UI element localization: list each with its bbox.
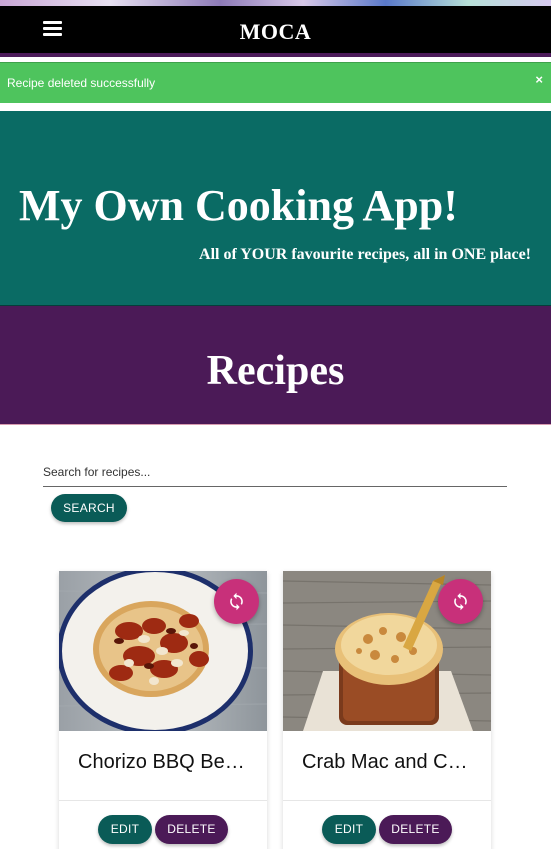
edit-button[interactable]: EDIT	[322, 815, 376, 844]
hero-banner: My Own Cooking App! All of YOUR favourit…	[0, 111, 551, 306]
recipe-title[interactable]: Crab Mac and Cheese	[302, 751, 472, 774]
edit-button[interactable]: EDIT	[98, 815, 152, 844]
success-alert: Recipe deleted successfully ×	[0, 62, 551, 103]
card-divider	[283, 800, 491, 801]
hero-subtitle: All of YOUR favourite recipes, all in ON…	[199, 246, 531, 263]
navbar: MOCA	[0, 6, 551, 57]
refresh-icon	[230, 592, 243, 611]
refresh-icon	[454, 592, 467, 611]
refresh-button[interactable]	[438, 579, 483, 624]
search-button[interactable]: SEARCH	[51, 494, 127, 522]
delete-button[interactable]: DELETE	[379, 815, 452, 844]
card-divider	[59, 800, 267, 801]
page-title: Recipes	[206, 348, 345, 394]
brand-logo[interactable]: MOCA	[0, 19, 551, 45]
section-header: Recipes	[0, 306, 551, 425]
search-input[interactable]	[43, 458, 507, 487]
delete-button[interactable]: DELETE	[155, 815, 228, 844]
close-icon[interactable]: ×	[535, 72, 543, 87]
recipe-card: Crab Mac and Cheese EDIT DELETE	[283, 571, 491, 849]
hero-title: My Own Cooking App!	[19, 181, 458, 230]
refresh-button[interactable]	[214, 579, 259, 624]
recipe-card: Chorizo BBQ Beans on Toast EDIT DELETE	[59, 571, 267, 849]
recipe-title[interactable]: Chorizo BBQ Beans on Toast	[78, 751, 248, 774]
alert-message: Recipe deleted successfully	[7, 76, 156, 90]
